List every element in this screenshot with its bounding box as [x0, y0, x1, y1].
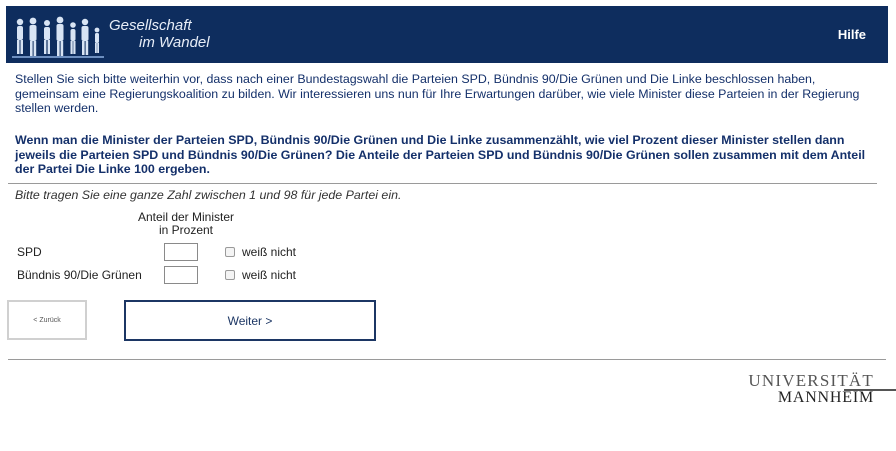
gruene-percent-input[interactable]: [164, 266, 198, 284]
row-label-gruene: Bündnis 90/Die Grünen: [17, 268, 142, 282]
logo-line-2: im Wandel: [139, 34, 210, 51]
header-bar: Gesellschaft im Wandel Hilfe: [6, 6, 888, 63]
footer-divider: [8, 359, 886, 360]
university-logo-line-1: UNIVERSITÄT: [748, 371, 874, 390]
university-logo-line-2: MANNHEIM: [777, 389, 874, 406]
gruene-dont-know-label[interactable]: weiß nicht: [242, 268, 296, 282]
column-header: Anteil der Minister in Prozent: [128, 211, 244, 237]
university-logo: UNIVERSITÄT MANNHEIM: [748, 371, 896, 406]
intro-text: Stellen Sie sich bitte weiterhin vor, da…: [15, 72, 860, 115]
column-header-line-2: in Prozent: [158, 223, 214, 237]
spd-dont-know-checkbox[interactable]: [225, 247, 235, 257]
logo-line-1: Gesellschaft: [109, 17, 192, 34]
next-button[interactable]: Weiter >: [124, 300, 376, 341]
logo-figures-icon: [12, 16, 104, 58]
instruction-text: Bitte tragen Sie eine ganze Zahl zwische…: [15, 188, 402, 202]
back-button[interactable]: < Zurück: [7, 300, 87, 340]
row-label-spd: SPD: [17, 245, 42, 259]
spd-percent-input[interactable]: [164, 243, 198, 261]
logo-text: Gesellschaft im Wandel: [109, 17, 210, 51]
spd-dont-know-label[interactable]: weiß nicht: [242, 245, 296, 259]
university-logo-bar: [844, 389, 896, 391]
gruene-dont-know-checkbox[interactable]: [225, 270, 235, 280]
divider: [8, 183, 877, 184]
help-link[interactable]: Hilfe: [838, 27, 866, 42]
question-text: Wenn man die Minister der Parteien SPD, …: [15, 133, 866, 176]
